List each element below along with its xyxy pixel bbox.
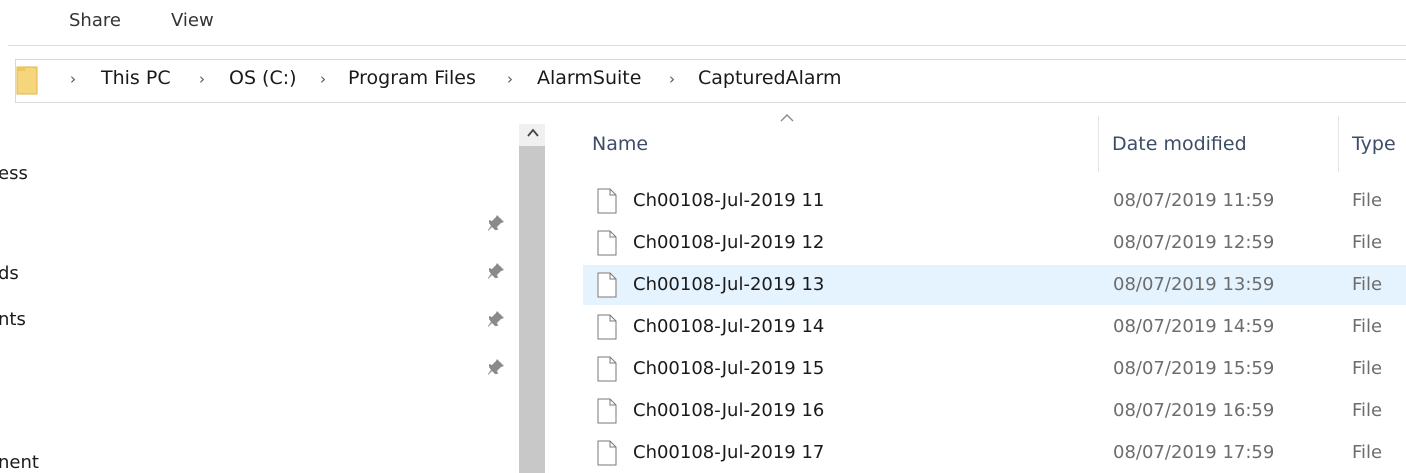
file-icon: [597, 356, 617, 382]
file-icon: [597, 398, 617, 424]
file-row[interactable]: Ch00108-Jul-2019 17 08/07/2019 17:59 File: [583, 433, 1406, 473]
breadcrumb-this-pc[interactable]: This PC: [101, 67, 171, 89]
file-name: Ch00108-Jul-2019 15: [633, 358, 825, 379]
file-type: File: [1352, 442, 1383, 463]
file-date-modified: 08/07/2019 15:59: [1113, 358, 1275, 379]
scroll-up-icon[interactable]: [527, 126, 539, 140]
file-date-modified: 08/07/2019 17:59: [1113, 442, 1275, 463]
pin-icon[interactable]: [486, 213, 506, 233]
file-name: Ch00108-Jul-2019 13: [633, 274, 825, 295]
breadcrumb-separator-icon[interactable]: ›: [320, 70, 326, 88]
tab-view[interactable]: View: [171, 10, 214, 31]
nav-item-downloads[interactable]: ds: [0, 263, 19, 284]
file-name: Ch00108-Jul-2019 14: [633, 316, 825, 337]
breadcrumb-separator-icon[interactable]: ›: [199, 70, 205, 88]
file-date-modified: 08/07/2019 14:59: [1113, 316, 1275, 337]
file-type: File: [1352, 274, 1383, 295]
tab-share[interactable]: Share: [69, 10, 121, 31]
file-name: Ch00108-Jul-2019 12: [633, 232, 825, 253]
file-row[interactable]: Ch00108-Jul-2019 13 08/07/2019 13:59 File: [583, 265, 1406, 305]
breadcrumb-alarmsuite[interactable]: AlarmSuite: [537, 67, 641, 89]
file-type: File: [1352, 190, 1383, 211]
nav-item-quick-access[interactable]: ess: [0, 163, 28, 184]
column-separator[interactable]: [1338, 116, 1339, 172]
file-row[interactable]: Ch00108-Jul-2019 15 08/07/2019 15:59 File: [583, 349, 1406, 389]
file-name: Ch00108-Jul-2019 17: [633, 442, 825, 463]
breadcrumb-separator-icon[interactable]: ›: [70, 70, 76, 88]
breadcrumb-separator-icon[interactable]: ›: [507, 70, 513, 88]
file-type: File: [1352, 316, 1383, 337]
breadcrumb-program-files[interactable]: Program Files: [348, 67, 476, 89]
column-header-name[interactable]: Name: [592, 133, 648, 155]
breadcrumb-capturedalarm[interactable]: CapturedAlarm: [698, 67, 842, 89]
file-row[interactable]: Ch00108-Jul-2019 11 08/07/2019 11:59 File: [583, 181, 1406, 221]
breadcrumb-separator-icon[interactable]: ›: [669, 70, 675, 88]
file-date-modified: 08/07/2019 12:59: [1113, 232, 1275, 253]
pin-icon[interactable]: [486, 309, 506, 329]
file-date-modified: 08/07/2019 11:59: [1113, 190, 1275, 211]
file-date-modified: 08/07/2019 16:59: [1113, 400, 1275, 421]
file-row[interactable]: Ch00108-Jul-2019 16 08/07/2019 16:59 File: [583, 391, 1406, 431]
file-name: Ch00108-Jul-2019 11: [633, 190, 825, 211]
file-type: File: [1352, 358, 1383, 379]
nav-scrollbar-thumb[interactable]: [519, 146, 545, 473]
file-type: File: [1352, 232, 1383, 253]
file-icon: [597, 314, 617, 340]
breadcrumb-os-c[interactable]: OS (C:): [229, 67, 297, 89]
pin-icon[interactable]: [486, 357, 506, 377]
nav-item-management[interactable]: nent: [0, 452, 39, 473]
pin-icon[interactable]: [486, 261, 506, 281]
column-header-type[interactable]: Type: [1352, 133, 1396, 155]
file-icon: [597, 440, 617, 466]
ribbon-tabs: Share View: [0, 0, 1406, 44]
file-row[interactable]: Ch00108-Jul-2019 12 08/07/2019 12:59 File: [583, 223, 1406, 263]
file-explorer-window: Share View › This PC › OS (C:) › Program…: [0, 0, 1406, 473]
sort-ascending-icon: [780, 114, 794, 122]
file-icon: [597, 188, 617, 214]
folder-icon: [16, 66, 38, 95]
ribbon-divider: [8, 45, 1406, 46]
file-icon: [597, 272, 617, 298]
column-separator[interactable]: [1098, 116, 1099, 172]
file-date-modified: 08/07/2019 13:59: [1113, 274, 1275, 295]
file-name: Ch00108-Jul-2019 16: [633, 400, 825, 421]
nav-item-documents[interactable]: nts: [0, 309, 26, 330]
file-row[interactable]: Ch00108-Jul-2019 14 08/07/2019 14:59 File: [583, 307, 1406, 347]
column-header-date-modified[interactable]: Date modified: [1112, 133, 1247, 155]
file-type: File: [1352, 400, 1383, 421]
file-icon: [597, 230, 617, 256]
